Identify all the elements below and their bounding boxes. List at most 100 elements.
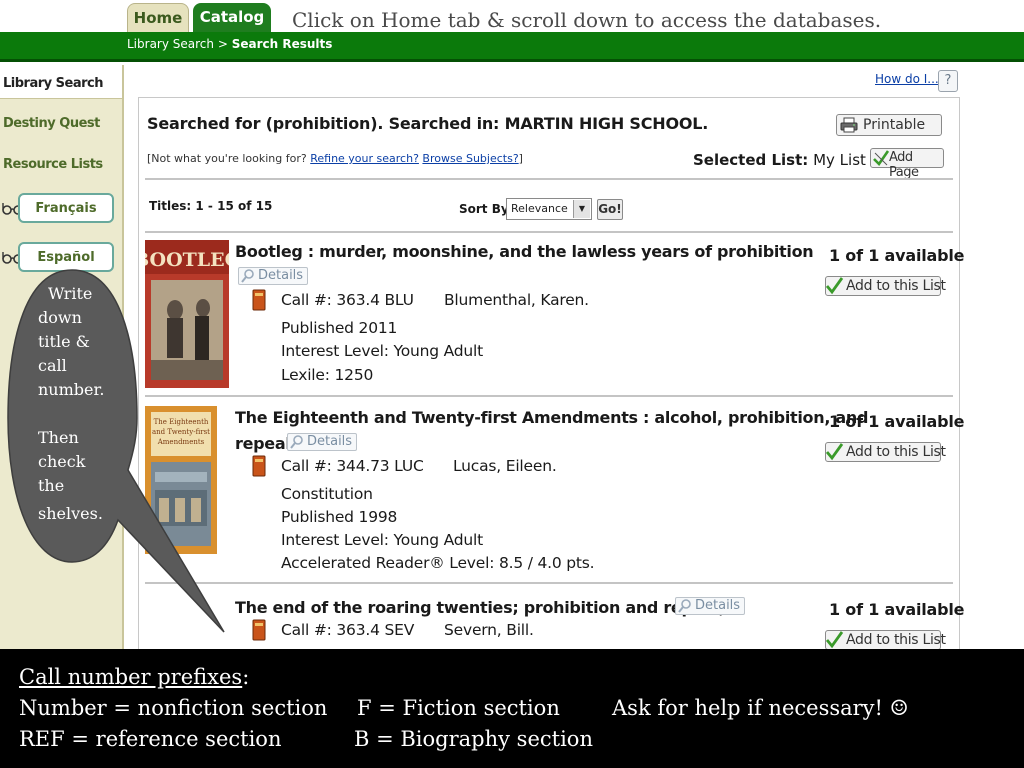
sidebar-item-label: Library Search (3, 76, 103, 91)
book-icon (252, 455, 266, 477)
printable-button[interactable]: Printable (836, 114, 942, 136)
add-to-list-button[interactable]: Add to this List (825, 442, 946, 462)
selected-list: Selected List: My List (693, 151, 866, 169)
prefix-heading-label: Call number prefixes (19, 665, 243, 689)
magnifier-icon (290, 435, 303, 449)
result-detail-line: Interest Level: Young Adult (281, 531, 484, 549)
call-number: Call #: 344.73 LUC (281, 457, 424, 475)
callout-line: down (38, 308, 82, 327)
espanol-button[interactable]: Español (18, 242, 114, 272)
callout-line (38, 402, 126, 426)
cover-title: The Eighteenth (154, 418, 209, 426)
not-looking-text: [Not what you're looking for? Refine you… (147, 152, 523, 165)
tab-home[interactable]: Home (127, 3, 189, 32)
breadcrumb-separator: > (217, 37, 228, 51)
results-panel (138, 97, 960, 657)
callout-line: check (38, 452, 86, 471)
callout-line: shelves. (38, 504, 103, 523)
refine-search-link[interactable]: Refine your search? (310, 152, 419, 165)
availability: 1 of 1 available (829, 246, 965, 265)
result-title[interactable]: The Eighteenth and Twenty-first Amendmen… (235, 408, 868, 427)
add-to-list-label: Add to this List (846, 278, 946, 294)
callout-line: the (38, 476, 65, 495)
printable-label: Printable (863, 117, 926, 133)
author: Lucas, Eileen. (453, 457, 557, 475)
search-summary: Searched for (prohibition). Searched in:… (147, 114, 709, 133)
details-button[interactable]: Details (675, 597, 745, 615)
availability: 1 of 1 available (829, 412, 965, 431)
add-to-list-label: Add to this List (846, 632, 946, 648)
breadcrumb-current: Search Results (231, 37, 333, 51)
result-detail-line: Interest Level: Young Adult (281, 342, 484, 360)
sidebar-item-library-search[interactable]: Library Search (0, 65, 124, 99)
cover-title: BOOTLEG (145, 249, 229, 271)
callout-line: Write (48, 284, 93, 303)
prefix-nonfiction: Number = nonfiction section (19, 696, 328, 720)
sort-select[interactable]: Relevance ▼ (506, 198, 592, 220)
result-title[interactable]: repeal (235, 434, 291, 453)
add-page-button[interactable]: Add Page (870, 148, 944, 180)
result-detail-line: Accelerated Reader® Level: 8.5 / 4.0 pts… (281, 554, 595, 572)
prefix-heading-colon: : (242, 665, 250, 689)
go-button[interactable]: Go! (597, 199, 623, 220)
breadcrumb-bar: Library Search > Search Results (0, 32, 1024, 62)
selected-list-value: My List (813, 151, 866, 169)
prefix-biography: B = Biography section (354, 727, 593, 751)
add-to-list-button[interactable]: Add to this List (825, 630, 946, 650)
magnifier-icon (241, 269, 254, 283)
browse-subjects-link[interactable]: Browse Subjects? (422, 152, 518, 165)
availability: 1 of 1 available (829, 600, 965, 619)
cover-title: Amendments (157, 438, 205, 446)
result-title[interactable]: The end of the roaring twenties; prohibi… (235, 598, 725, 617)
add-to-list-label: Add to this List (846, 444, 946, 460)
details-label: Details (258, 268, 304, 283)
breadcrumb: Library Search > Search Results (127, 37, 332, 51)
divider (145, 231, 953, 233)
magnifier-icon (678, 599, 691, 613)
chevron-down-icon[interactable]: ▼ (573, 200, 590, 218)
prefix-info-bar: Call number prefixes: Number = nonfictio… (0, 649, 1024, 768)
tab-catalog[interactable]: Catalog (193, 3, 271, 32)
call-number: Call #: 363.4 BLU (281, 291, 414, 309)
result-detail-line: Constitution (281, 485, 373, 503)
not-looking-prefix: [Not what you're looking for? (147, 152, 307, 165)
sidebar-item-resource-lists[interactable]: Resource Lists (3, 157, 103, 172)
book-cover-image: BOOTLEG (145, 240, 229, 388)
details-label: Details (307, 434, 353, 449)
sort-by-label: Sort By (459, 202, 509, 216)
printer-icon (840, 117, 858, 133)
result-detail-line: Lexile: 1250 (281, 366, 374, 384)
checkmark-icon (825, 277, 844, 295)
prefix-reference: REF = reference section (19, 727, 282, 751)
breadcrumb-root[interactable]: Library Search (127, 37, 214, 51)
details-label: Details (695, 598, 741, 613)
callout-line: number. (38, 380, 105, 399)
author: Severn, Bill. (444, 621, 534, 639)
callout-text: Write down title & call number. Then che… (38, 282, 126, 526)
prefix-heading: Call number prefixes: (19, 665, 249, 689)
result-title[interactable]: Bootleg : murder, moonshine, and the law… (235, 242, 814, 261)
divider (145, 395, 953, 397)
cover-title: and Twenty-first (152, 428, 210, 436)
details-button[interactable]: Details (238, 267, 308, 285)
prefix-fiction: F = Fiction section (357, 696, 560, 720)
checkmark-icon (825, 443, 844, 461)
divider (145, 178, 953, 180)
selected-list-label: Selected List: (693, 151, 809, 169)
help-note: Ask for help if necessary! ☺ (612, 696, 909, 720)
checkmark-icon (825, 631, 844, 649)
top-bar: Home Catalog Click on Home tab & scroll … (0, 0, 1024, 32)
checkmark-icon (873, 150, 890, 167)
help-question-icon[interactable]: ? (938, 70, 958, 92)
divider (145, 582, 953, 584)
author: Blumenthal, Karen. (444, 291, 589, 309)
result-detail-line: Published 1998 (281, 508, 398, 526)
how-do-i-link[interactable]: How do I... (875, 72, 939, 86)
callout-line: title & (38, 332, 90, 351)
add-to-list-button[interactable]: Add to this List (825, 276, 946, 296)
details-button[interactable]: Details (287, 433, 357, 451)
sidebar-item-destiny-quest[interactable]: Destiny Quest (3, 116, 100, 131)
callout-line: Then (38, 428, 79, 447)
francais-button[interactable]: Français (18, 193, 114, 223)
instruction-text: Click on Home tab & scroll down to acces… (292, 8, 882, 32)
